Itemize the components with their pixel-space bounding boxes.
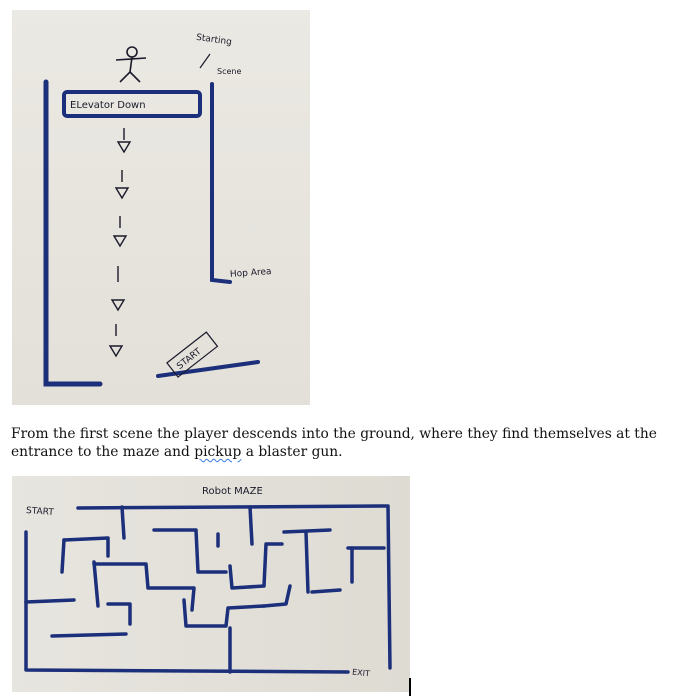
maze-sketch-drawing: Robot MAZE START EXIT	[24, 486, 392, 679]
paragraph-line-1: From the first scene the player descends…	[11, 426, 657, 442]
label-elevator: ELevator Down	[70, 100, 146, 111]
label-starting: Starting	[195, 33, 232, 48]
sketch-elevator-photo: Starting Scene ELevator Down Hop Area ST…	[12, 10, 310, 405]
spellcheck-flagged-word[interactable]: pickup	[194, 444, 241, 460]
paragraph-line-2-end: a blaster gun.	[241, 444, 343, 460]
label-maze-title: Robot MAZE	[202, 486, 263, 497]
shaft-left-wall	[43, 79, 103, 387]
shaft-right-wall	[210, 82, 232, 284]
label-maze-start: START	[26, 506, 55, 518]
paragraph-line-2-start: entrance to the maze and	[11, 444, 195, 460]
paragraph-line-2: entrance to the maze and pickup a blaste…	[11, 443, 676, 461]
maze-walls	[24, 504, 392, 674]
stick-figure	[115, 46, 147, 83]
sketch-maze-photo: Robot MAZE START EXIT	[12, 476, 410, 692]
elevator-sketch-drawing: Starting Scene ELevator Down Hop Area ST…	[43, 33, 272, 387]
label-scene: Scene	[217, 67, 241, 76]
descent-arrows	[108, 128, 132, 358]
shaft-floor	[156, 360, 260, 378]
text-cursor	[409, 678, 411, 696]
label-hop-area: Hop Area	[230, 267, 272, 280]
label-maze-exit: EXIT	[352, 668, 371, 679]
document-paragraph: From the first scene the player descends…	[11, 425, 676, 461]
